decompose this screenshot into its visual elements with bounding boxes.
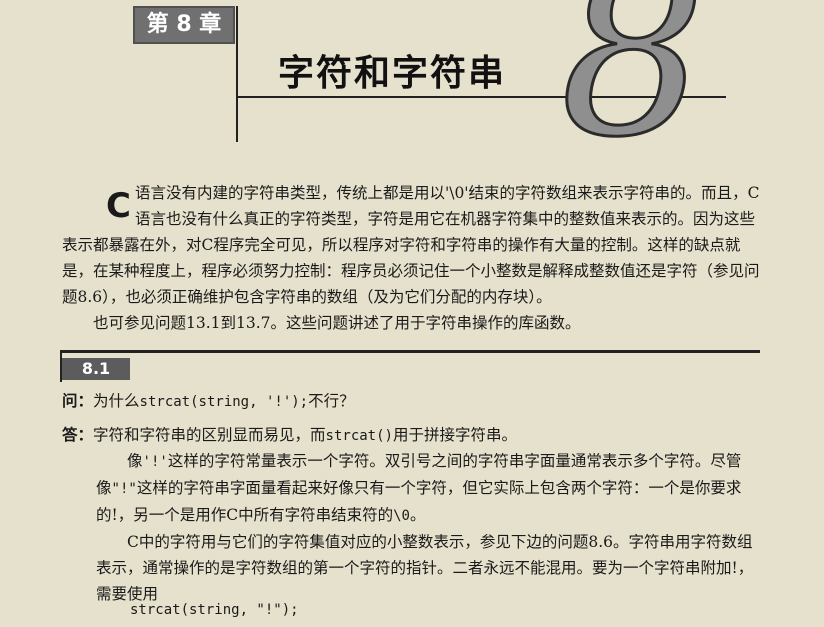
answer-pre: 字符和字符串的区别显而易见，而 bbox=[93, 426, 326, 444]
chapter-badge: 第 8 章 bbox=[133, 6, 235, 44]
intro-line-1: 语言没有内建的字符串类型，传统上都是用以'\0'结束的字符数组来表示字符串的。 bbox=[134, 184, 702, 202]
para1-text-a: 像 bbox=[127, 452, 143, 470]
answer-paragraph-1: 像'!'这样的字符常量表示一个字符。双引号之间的字符串字面量通常表示多个字符。尽… bbox=[96, 448, 760, 529]
para1-code-3: \0 bbox=[393, 508, 410, 524]
drop-cap: C bbox=[106, 186, 131, 226]
intro-paragraph: C 语言没有内建的字符串类型，传统上都是用以'\0'结束的字符数组来表示字符串的… bbox=[62, 180, 762, 336]
intro-rest: 而且，C语言也没有什么真正的字符类型，字符是用它在机器字符集中的整数值来表示的。… bbox=[62, 184, 760, 306]
chapter-title: 字符和字符串 bbox=[278, 53, 507, 94]
answer-body: 像'!'这样的字符常量表示一个字符。双引号之间的字符串字面量通常表示多个字符。尽… bbox=[96, 448, 760, 607]
question-label: 问： bbox=[62, 392, 94, 410]
question-line: 问：为什么strcat(string, '!');不行？ bbox=[62, 388, 355, 415]
chapter-vertical-rule bbox=[236, 6, 238, 142]
code-example: strcat(string, "!"); bbox=[130, 602, 299, 618]
section-number-badge: 8.1 bbox=[62, 358, 130, 380]
answer-code: strcat() bbox=[325, 428, 393, 444]
question-text-pre: 为什么 bbox=[93, 392, 140, 410]
para1-code-2: "!" bbox=[111, 481, 137, 497]
answer-paragraph-2: C中的字符用与它们的字符集值对应的小整数表示，参见下边的问题8.6。字符串用字符… bbox=[96, 533, 754, 603]
intro-see-also: 也可参见问题13.1到13.7。这些问题讲述了用于字符串操作的库函数。 bbox=[93, 314, 581, 332]
question-code: strcat(string, '!'); bbox=[139, 394, 309, 410]
answer-label: 答： bbox=[62, 426, 94, 444]
chapter-number-graphic: 8 bbox=[558, 0, 707, 188]
para1-text-d: 。 bbox=[409, 506, 426, 524]
answer-line: 答：字符和字符串的区别显而易见，而strcat()用于拼接字符串。 bbox=[62, 422, 762, 449]
answer-post: 用于拼接字符串。 bbox=[392, 426, 517, 444]
section-rule-top bbox=[60, 350, 760, 353]
question-text-post: 不行？ bbox=[308, 392, 355, 410]
para1-code-1: '!' bbox=[142, 454, 168, 470]
